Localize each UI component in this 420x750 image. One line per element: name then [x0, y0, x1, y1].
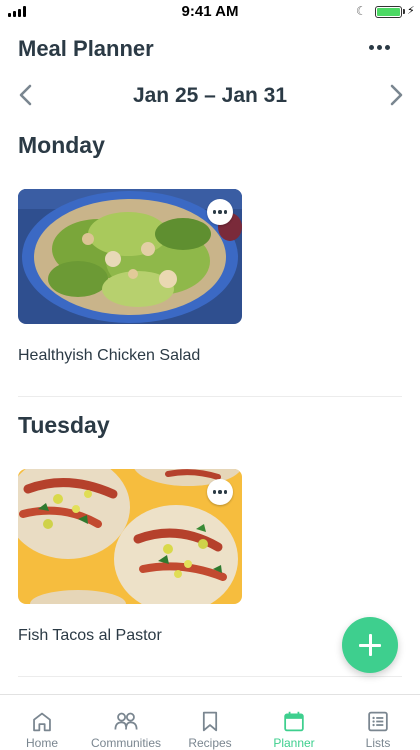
charging-icon: ⚡ — [407, 5, 415, 17]
users-icon — [114, 712, 138, 730]
battery-icon — [375, 6, 402, 18]
tab-recipes[interactable]: Recipes — [168, 695, 252, 750]
battery-cap — [403, 9, 405, 14]
more-options-button[interactable] — [362, 36, 396, 58]
meal-card-monday[interactable] — [18, 189, 242, 324]
divider — [18, 676, 402, 677]
more-horizontal-icon — [368, 44, 374, 50]
day-heading-tuesday: Tuesday — [18, 412, 110, 438]
home-icon — [33, 712, 51, 732]
meal-options-button[interactable] — [207, 479, 233, 505]
calendar-icon — [284, 711, 304, 732]
tab-label: Communities — [90, 736, 162, 750]
week-range: Jan 25 – Jan 31 — [132, 84, 288, 107]
meal-title-tuesday[interactable]: Fish Tacos al Pastor — [18, 627, 162, 645]
tab-bar: Home Communities Recipes Planner Lists — [0, 694, 420, 750]
moon-icon: ☾ — [356, 4, 367, 18]
tab-lists[interactable]: Lists — [336, 695, 420, 750]
tab-label: Planner — [273, 736, 315, 750]
more-horizontal-icon — [212, 490, 217, 494]
tab-communities[interactable]: Communities — [84, 695, 168, 750]
list-icon — [368, 711, 388, 732]
tab-label: Home — [25, 736, 58, 750]
status-bar: 9:41 AM ☾ ⚡ — [0, 0, 420, 24]
tab-planner[interactable]: Planner — [252, 695, 336, 750]
more-horizontal-icon — [212, 210, 217, 214]
bookmark-icon — [202, 711, 218, 732]
tab-label: Recipes — [188, 736, 232, 750]
tab-label: Lists — [365, 736, 391, 750]
meal-options-button[interactable] — [207, 199, 233, 225]
meal-card-tuesday[interactable] — [18, 469, 242, 604]
meal-title-monday[interactable]: Healthyish Chicken Salad — [18, 347, 200, 365]
divider — [18, 396, 402, 397]
chevron-right-icon[interactable] — [384, 82, 408, 108]
tab-home[interactable]: Home — [0, 695, 84, 750]
day-heading-monday: Monday — [18, 132, 105, 158]
add-meal-button[interactable] — [342, 617, 398, 673]
page-title: Meal Planner — [18, 36, 154, 61]
